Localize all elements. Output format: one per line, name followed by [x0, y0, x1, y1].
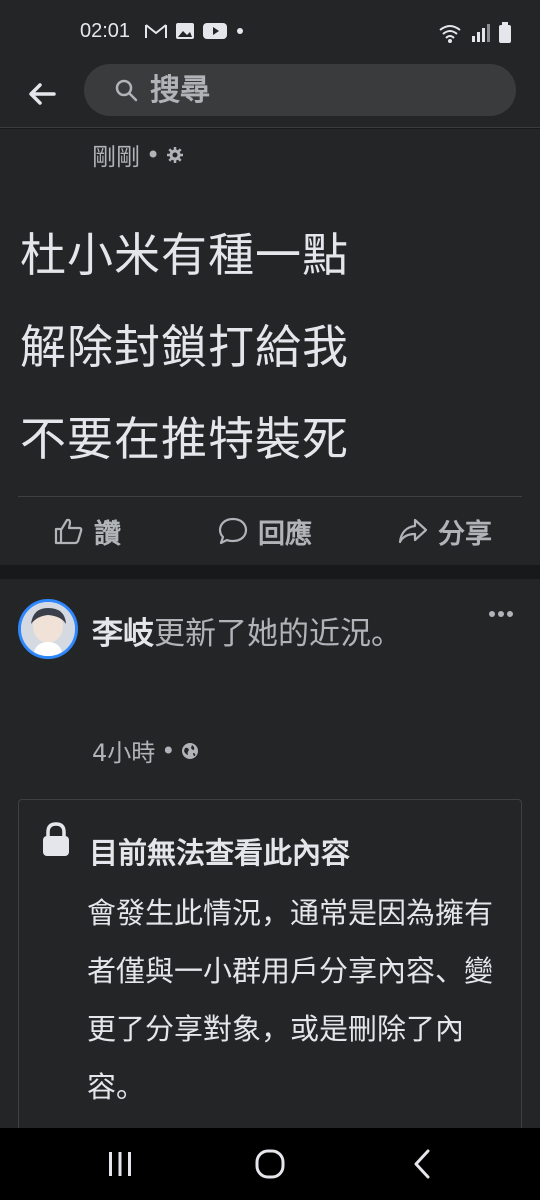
more-options-button[interactable] — [488, 603, 514, 622]
like-icon — [54, 518, 83, 545]
gallery-icon — [176, 23, 194, 39]
back-arrow-icon — [29, 83, 56, 105]
recents-icon — [109, 1152, 131, 1176]
post-text-line: 解除封鎖打給我 — [20, 320, 349, 374]
notice-body: 會發生此情況，通常是因為擁有者僅與一小群用戶分享內容、變更了分享對象，或是刪除了… — [87, 896, 494, 1104]
more-icon — [489, 611, 513, 617]
back-button[interactable] — [22, 76, 62, 112]
battery-icon — [499, 22, 511, 43]
share-icon — [398, 518, 428, 544]
post-meta: 剛剛 • — [92, 137, 184, 172]
system-back-button[interactable] — [392, 1146, 452, 1182]
post-time: 4小時 — [92, 739, 156, 767]
gmail-icon — [145, 24, 167, 38]
post-text-line: 杜小米有種一點 — [20, 228, 349, 282]
status-system-icons — [438, 22, 512, 44]
dot-icon — [237, 28, 243, 34]
comment-button[interactable]: 回應 — [218, 509, 312, 553]
content-unavailable-card: 目前無法查看此內容 會發生此情況，通常是因為擁有者僅與一小群用戶分享內容、變更了… — [18, 799, 522, 1139]
wifi-icon — [439, 25, 461, 43]
author-name[interactable]: 李岐 — [92, 616, 154, 652]
status-time: 02:01 — [80, 20, 131, 42]
comment-icon — [218, 517, 248, 545]
post-actions: 讚 回應 分享 — [0, 509, 540, 553]
lock-icon — [43, 822, 69, 856]
post-text: 杜小米有種一點 解除封鎖打給我 不要在推特裝死 — [20, 209, 349, 485]
home-icon — [255, 1149, 285, 1179]
search-bar[interactable] — [84, 64, 516, 116]
gear-icon — [167, 146, 184, 163]
avatar[interactable] — [18, 599, 78, 659]
post-action-text: 更新了她的近況。 — [154, 616, 402, 652]
status-notification-icons — [145, 22, 245, 40]
post-card: 剛剛 • 杜小米有種一點 解除封鎖打給我 不要在推特裝死 讚 回應 分享 — [0, 129, 540, 565]
globe-icon — [182, 742, 199, 759]
post-text-line: 不要在推特裝死 — [20, 412, 349, 466]
home-button[interactable] — [240, 1146, 300, 1182]
post-time: 剛剛 — [92, 143, 140, 171]
back-icon — [414, 1149, 430, 1179]
meta-separator: • — [161, 736, 176, 765]
status-bar: 02:01 — [0, 0, 540, 62]
recents-button[interactable] — [90, 1146, 150, 1182]
notice-title: 目前無法查看此內容 — [89, 836, 351, 870]
meta-separator: • — [146, 140, 161, 169]
app-bar — [0, 62, 540, 128]
like-button[interactable]: 讚 — [54, 509, 121, 553]
system-nav-bar — [0, 1128, 540, 1200]
share-label: 分享 — [438, 518, 492, 550]
post-card: 李岐更新了她的近況。 4小時 • 目前無法查看此內容 會發生此情況，通常是因為擁… — [0, 579, 540, 1139]
like-label: 讚 — [94, 518, 121, 550]
share-button[interactable]: 分享 — [398, 509, 492, 553]
search-icon — [114, 77, 140, 103]
search-input[interactable] — [150, 72, 470, 108]
signal-icon — [472, 24, 490, 42]
post-header: 李岐更新了她的近況。 — [92, 605, 412, 663]
divider — [18, 496, 522, 497]
youtube-icon — [203, 23, 227, 39]
post-meta: 4小時 • — [92, 733, 199, 768]
comment-label: 回應 — [258, 518, 312, 550]
feed-separator — [0, 565, 540, 579]
